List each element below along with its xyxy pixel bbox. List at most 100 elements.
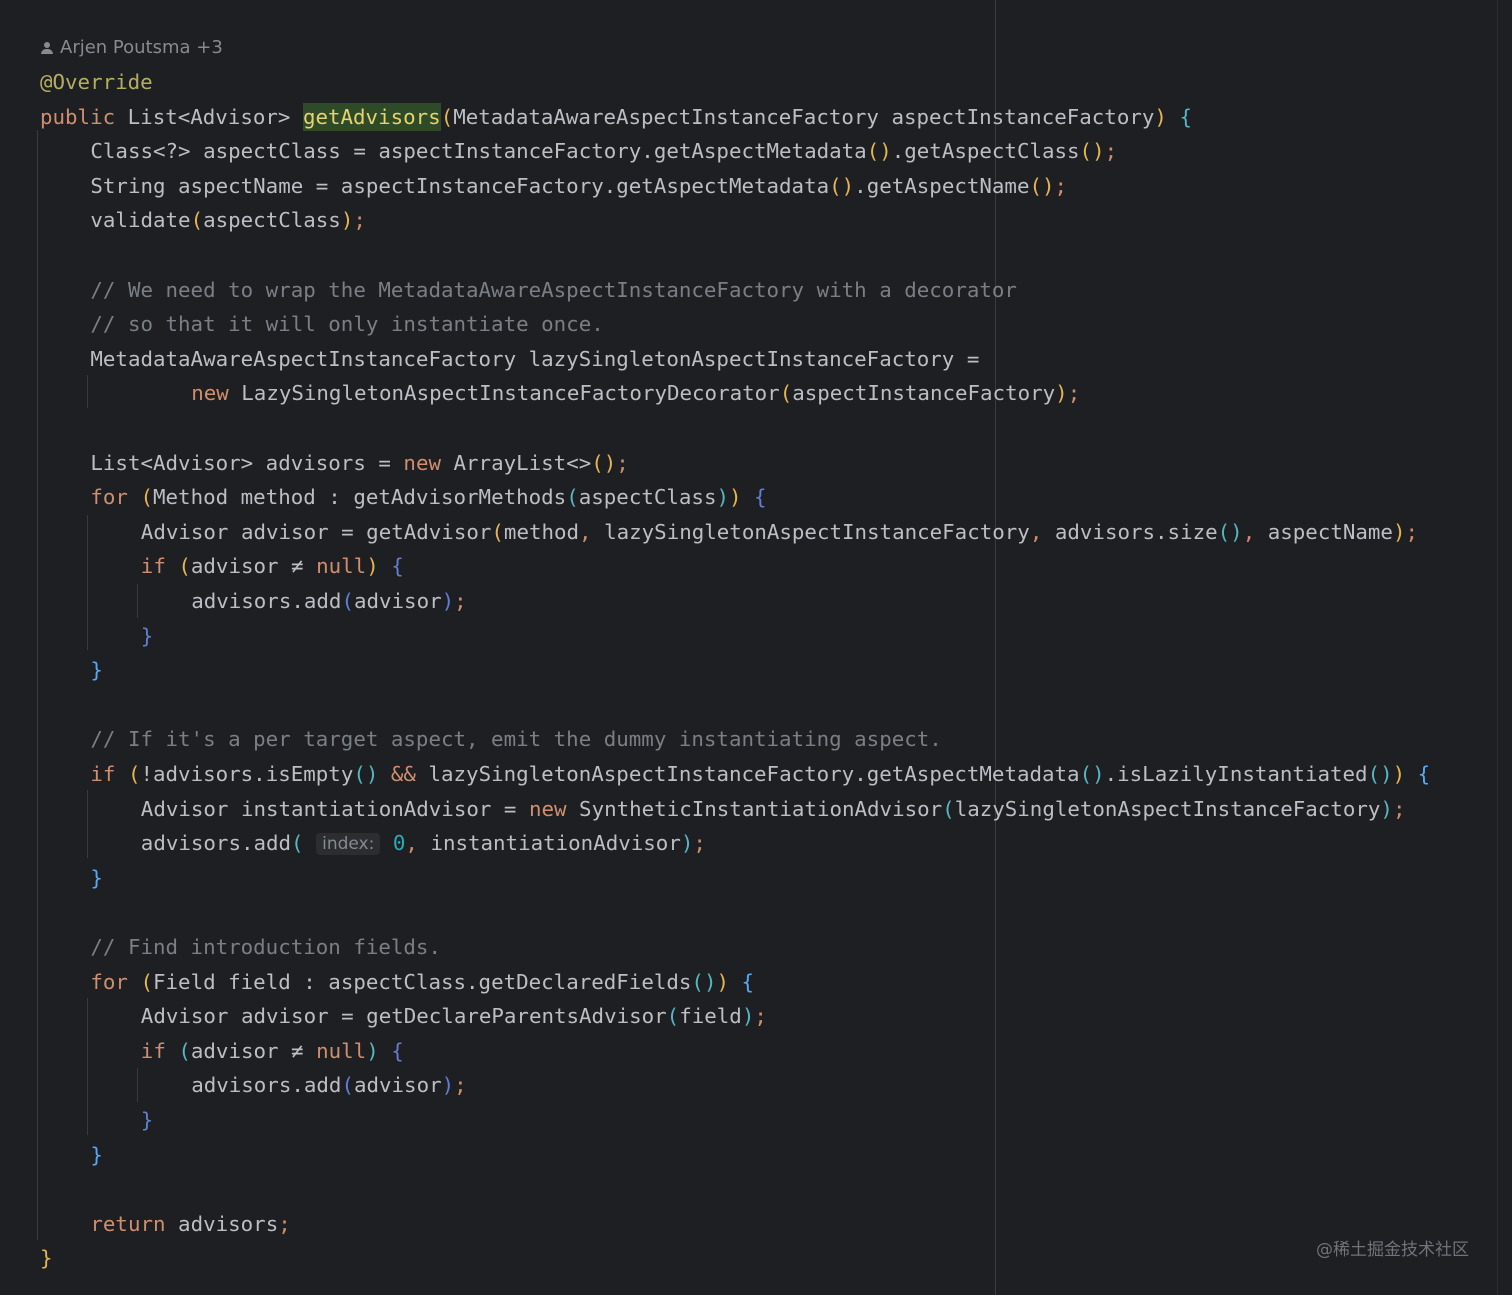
code-token: if xyxy=(90,762,128,786)
code-token: LazySingletonAspectInstanceFactoryDecora… xyxy=(241,381,780,406)
code-token: ) xyxy=(1055,381,1068,406)
code-token: ( xyxy=(178,554,191,579)
code-token: ) xyxy=(366,554,379,579)
indent-guide-line xyxy=(137,584,138,618)
code-line: Advisor instantiationAdvisor = new Synth… xyxy=(141,794,1406,824)
code-token: advisors.size xyxy=(1054,519,1218,544)
code-token: ( xyxy=(666,1004,680,1029)
code-token: MetadataAwareAspectInstanceFactory lazyS… xyxy=(90,346,980,371)
indent-guide-line xyxy=(137,1068,138,1102)
code-token: , xyxy=(1029,519,1055,544)
code-token: () xyxy=(1217,519,1243,544)
code-token: ) xyxy=(441,589,455,613)
code-line: // If it's a per target aspect, emit the… xyxy=(90,724,941,754)
code-line: validate(aspectClass); xyxy=(90,205,366,235)
code-token: { xyxy=(1166,104,1192,129)
code-line: if (advisor ≠ null) { xyxy=(141,1036,404,1066)
code-line: new LazySingletonAspectInstanceFactoryDe… xyxy=(191,378,1080,408)
code-token: ( xyxy=(140,485,154,510)
code-line: @Override xyxy=(40,67,153,97)
code-editor[interactable]: Arjen Poutsma +3 @Override public List<Ad… xyxy=(0,0,1512,1295)
code-token: ) xyxy=(680,831,694,856)
code-token: ; xyxy=(353,208,366,233)
code-token: { xyxy=(1405,762,1431,786)
code-token: ; xyxy=(1054,173,1068,198)
indent-guide-line xyxy=(87,375,88,408)
code-token: ) xyxy=(1392,519,1406,544)
code-token: ( xyxy=(341,589,354,613)
code-token: advisor xyxy=(353,1073,442,1098)
author-label: Arjen Poutsma +3 xyxy=(60,37,223,58)
code-token: null xyxy=(316,554,367,579)
code-token: getAdvisors xyxy=(302,102,441,131)
code-token: List<Advisor> xyxy=(127,104,303,129)
code-token: new xyxy=(528,796,580,821)
scrollbar-track[interactable] xyxy=(1497,0,1498,1295)
code-token: SyntheticInstantiationAdvisor xyxy=(579,796,943,821)
code-token: advisors xyxy=(178,1211,279,1236)
code-token: ; xyxy=(616,450,629,475)
code-token: field xyxy=(679,1004,742,1029)
code-token: // If it's a per target aspect, emit the… xyxy=(90,727,942,752)
code-token: () xyxy=(1079,762,1105,786)
code-token: ) xyxy=(729,485,742,510)
code-line: } xyxy=(90,1140,103,1170)
code-token: ; xyxy=(1067,381,1081,406)
code-token: method xyxy=(503,519,580,544)
code-token: List<Advisor> advisors = xyxy=(90,450,404,475)
code-token: lazySingletonAspectInstanceFactory xyxy=(604,519,1030,544)
code-token: ; xyxy=(1104,139,1118,164)
code-line: if (!advisors.isEmpty() && lazySingleton… xyxy=(90,759,1430,789)
code-token: for xyxy=(90,485,141,510)
code-token: { xyxy=(741,485,767,510)
code-token: ( xyxy=(140,969,154,994)
code-line: } xyxy=(40,1243,53,1273)
code-token: } xyxy=(90,658,103,683)
code-token: } xyxy=(90,865,103,890)
code-token: // Find introduction fields. xyxy=(90,935,441,959)
code-token: ; xyxy=(1392,796,1406,821)
code-token: ( xyxy=(178,1038,191,1063)
code-token: ( xyxy=(491,519,504,544)
indent-guide-line xyxy=(37,130,38,1240)
code-token: } xyxy=(140,623,154,648)
code-token: } xyxy=(90,1142,103,1167)
code-token: () xyxy=(591,450,617,475)
code-token: instantiationAdvisor xyxy=(430,831,681,856)
code-token: ( xyxy=(341,1073,354,1098)
code-token: for xyxy=(90,969,141,994)
code-token: , xyxy=(1242,519,1268,544)
code-token: public xyxy=(40,104,128,129)
code-line: if (advisor ≠ null) { xyxy=(141,551,404,581)
code-token: !advisors.isEmpty xyxy=(140,762,354,786)
code-line: } xyxy=(141,1105,154,1135)
indent-guide-line xyxy=(87,515,88,650)
code-token: advisors.add xyxy=(191,589,342,613)
code-token: ) xyxy=(1380,796,1393,821)
code-token: if xyxy=(140,554,179,579)
code-token: () xyxy=(866,139,892,164)
code-token: } xyxy=(40,1246,53,1271)
code-token: ; xyxy=(454,589,467,613)
code-token: Advisor advisor = getDeclareParentsAdvis… xyxy=(140,1004,667,1029)
code-token: advisor ≠ xyxy=(190,1038,317,1063)
code-token: .isLazilyInstantiated xyxy=(1104,762,1368,786)
code-token: lazySingletonAspectInstanceFactory.getAs… xyxy=(428,762,1080,786)
code-token: new xyxy=(191,381,242,406)
code-token: aspectInstanceFactory xyxy=(792,381,1056,406)
code-token: @Override xyxy=(40,70,153,94)
code-token: .getAspectName xyxy=(854,173,1030,198)
code-token: , xyxy=(405,831,431,856)
code-token: ( xyxy=(942,796,955,821)
code-token: ) xyxy=(441,1073,455,1098)
code-token: 0 xyxy=(380,831,406,856)
watermark: @稀土掘金技术社区 xyxy=(1316,1240,1469,1260)
code-token: ArrayList<> xyxy=(453,450,592,475)
code-token: String aspectName = aspectInstanceFactor… xyxy=(90,173,830,198)
code-token: ; xyxy=(1405,519,1419,544)
code-token: () xyxy=(1029,173,1055,198)
code-token: lazySingletonAspectInstanceFactory xyxy=(954,796,1381,821)
code-vision-author[interactable]: Arjen Poutsma +3 xyxy=(40,36,223,60)
code-line: for (Field field : aspectClass.getDeclar… xyxy=(90,967,754,997)
user-icon xyxy=(40,41,54,55)
